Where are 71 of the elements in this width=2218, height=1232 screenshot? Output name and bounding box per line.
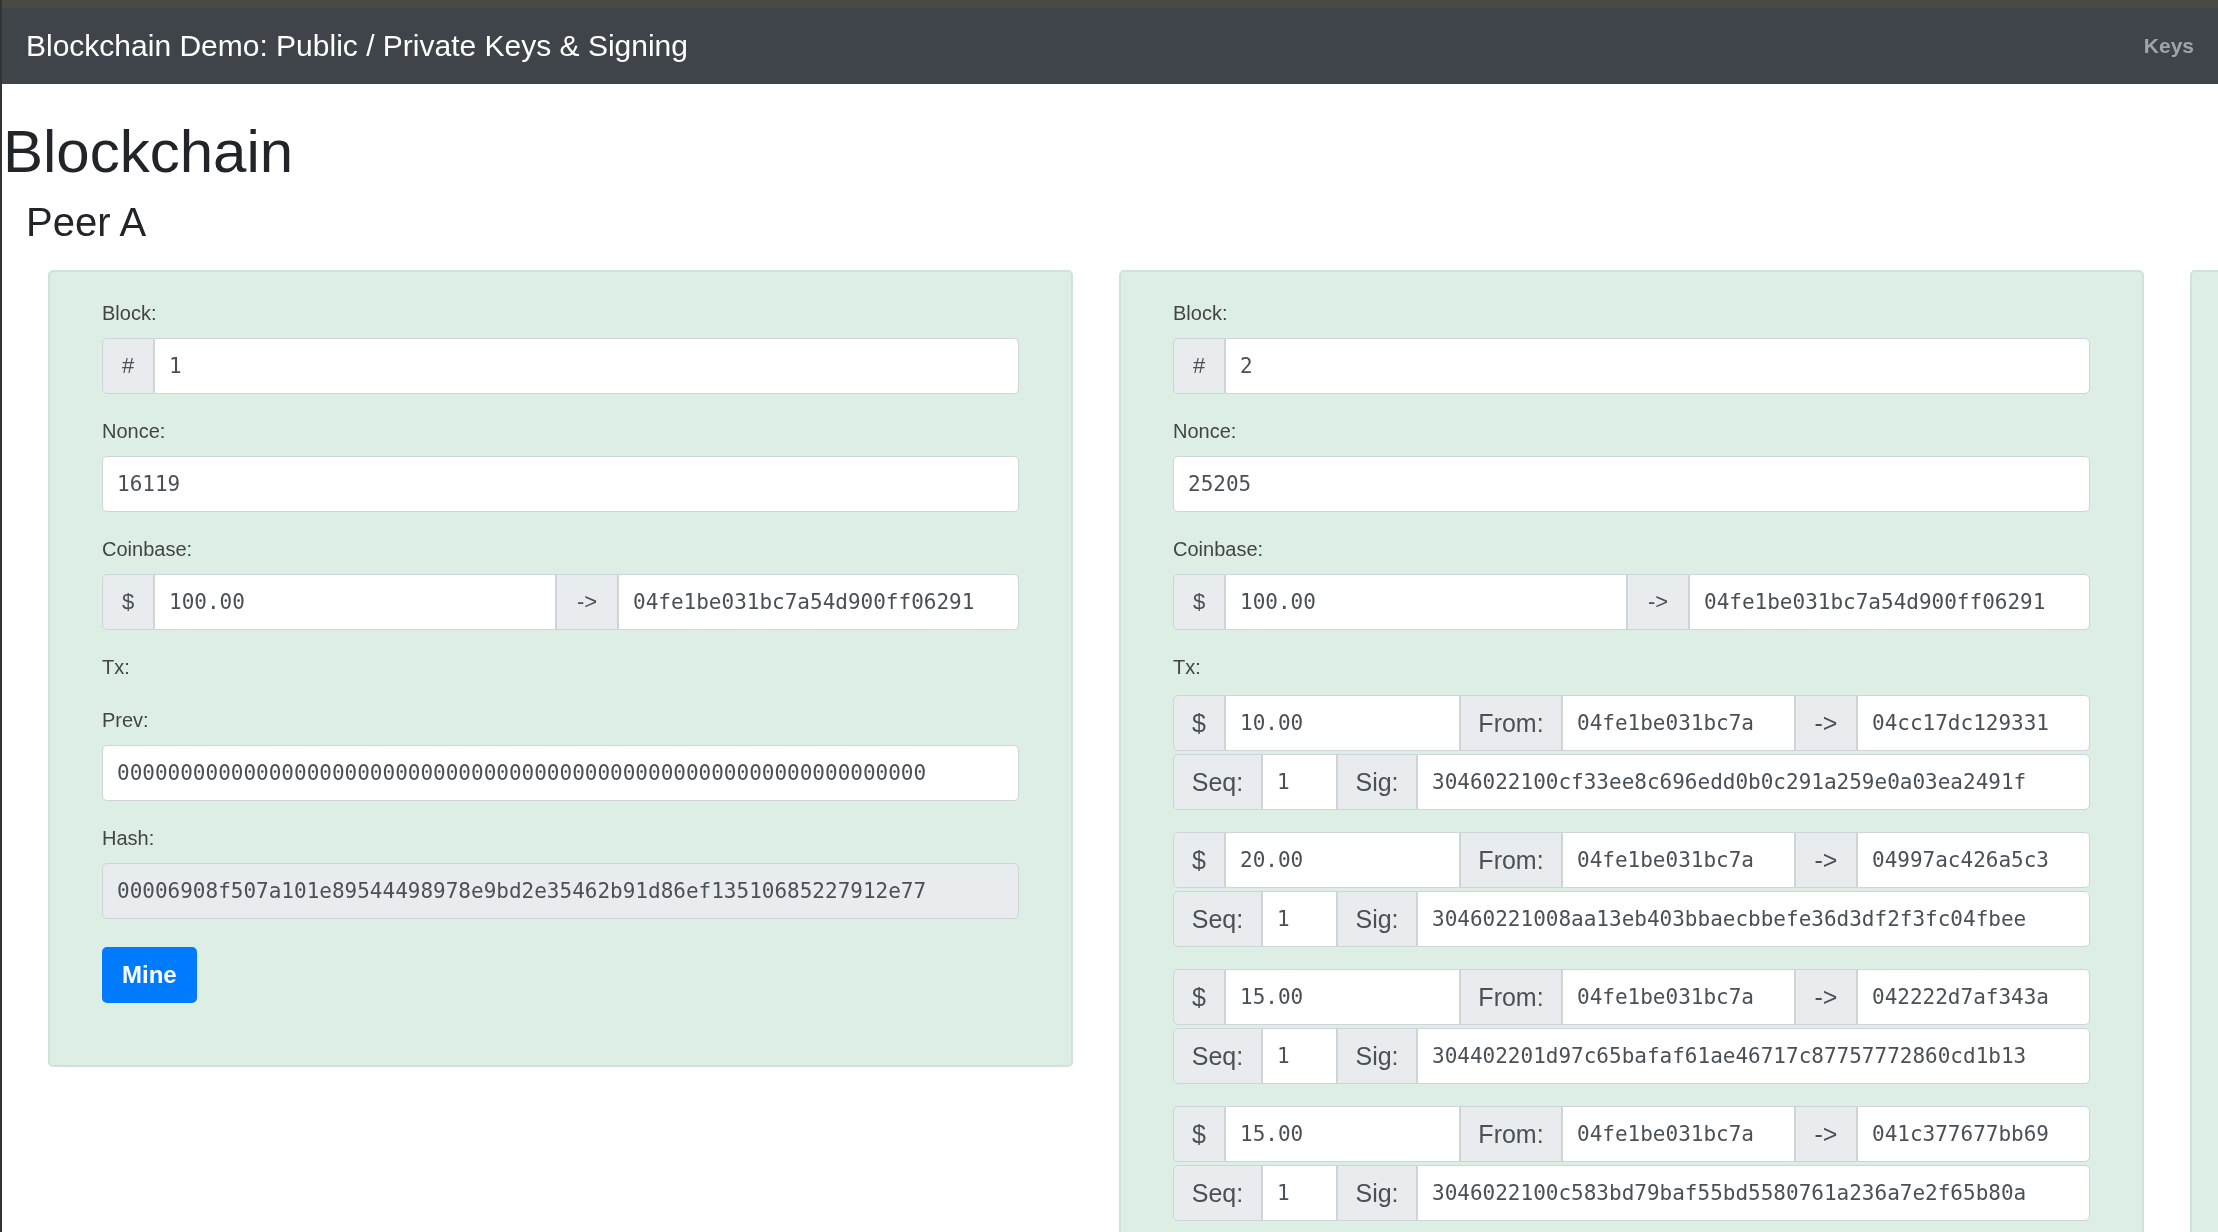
- recipient-field[interactable]: 04997ac426a5c3: [1857, 832, 2090, 888]
- field-addon: ->: [556, 574, 618, 630]
- field-label: Block:: [102, 302, 158, 325]
- recipient-field[interactable]: 04fe1be031bc7a54d900ff06291: [1689, 574, 2090, 630]
- field-addon: $: [1173, 1106, 1225, 1162]
- mine-button[interactable]: Mine: [102, 947, 197, 1003]
- recipient-field[interactable]: 04fe1be031bc7a54d900ff06291: [618, 574, 1019, 630]
- amount-field[interactable]: 20.00: [1225, 832, 1460, 888]
- previous-hash-field[interactable]: 0000000000000000000000000000000000000000000000000000000000000000: [102, 745, 1019, 801]
- page-heading: Blockchain: [3, 122, 295, 182]
- field-label: Block:: [1173, 302, 1229, 325]
- sender-field[interactable]: 04fe1be031bc7a: [1562, 969, 1795, 1025]
- signature-field[interactable]: 3046022100cf33ee8c696edd0b0c291a259e0a03ea2491f: [1417, 754, 2090, 810]
- field-addon: ->: [1795, 695, 1857, 751]
- amount-field[interactable]: 15.00: [1225, 1106, 1460, 1162]
- field-addon: From:: [1460, 832, 1562, 888]
- recipient-field[interactable]: 04cc17dc129331: [1857, 695, 2090, 751]
- field-addon: $: [1173, 832, 1225, 888]
- keys-link[interactable]: Keys: [2143, 34, 2194, 58]
- nonce-field[interactable]: 16119: [102, 456, 1019, 512]
- field-addon: ->: [1795, 1106, 1857, 1162]
- field-label: Prev:: [102, 709, 150, 732]
- sequence-field[interactable]: 1: [1262, 1028, 1337, 1084]
- field-addon: ->: [1795, 969, 1857, 1025]
- recipient-field[interactable]: 041c377677bb69: [1857, 1106, 2090, 1162]
- amount-field[interactable]: 100.00: [154, 574, 556, 630]
- sender-field[interactable]: 04fe1be031bc7a: [1562, 695, 1795, 751]
- field-label: Tx:: [1173, 656, 1202, 679]
- amount-field[interactable]: 10.00: [1225, 695, 1460, 751]
- field-addon: From:: [1460, 695, 1562, 751]
- sequence-field[interactable]: 1: [1262, 754, 1337, 810]
- nonce-field[interactable]: 25205: [1173, 456, 2090, 512]
- field-addon: Sig:: [1337, 754, 1417, 810]
- signature-field[interactable]: 30460221008aa13eb403bbaecbbefe36d3df2f3fc04fbee: [1417, 891, 2090, 947]
- field-addon: Seq:: [1173, 1165, 1262, 1221]
- field-label: Nonce:: [1173, 420, 1238, 443]
- field-addon: $: [102, 574, 154, 630]
- field-addon: $: [1173, 574, 1225, 630]
- amount-field[interactable]: 15.00: [1225, 969, 1460, 1025]
- field-addon: Seq:: [1173, 1028, 1262, 1084]
- field-label: Coinbase:: [1173, 538, 1265, 561]
- field-addon: ->: [1627, 574, 1689, 630]
- field-addon: From:: [1460, 1106, 1562, 1162]
- field-addon: Sig:: [1337, 891, 1417, 947]
- sequence-field[interactable]: 1: [1262, 891, 1337, 947]
- recipient-field[interactable]: 042222d7af343a: [1857, 969, 2090, 1025]
- field-addon: Seq:: [1173, 754, 1262, 810]
- amount-field[interactable]: 100.00: [1225, 574, 1627, 630]
- field-addon: $: [1173, 969, 1225, 1025]
- navbar-title[interactable]: Blockchain Demo: Public / Private Keys & Signing: [26, 29, 688, 63]
- hash-field: 00006908f507a101e89544498978e9bd2e35462b91d86ef13510685227912e77: [102, 863, 1019, 919]
- block-number-field[interactable]: 1: [154, 338, 1019, 394]
- sender-field[interactable]: 04fe1be031bc7a: [1562, 1106, 1795, 1162]
- field-label: Hash:: [102, 827, 156, 850]
- peer-heading: Peer A: [26, 202, 148, 242]
- sequence-field[interactable]: 1: [1262, 1165, 1337, 1221]
- sender-field[interactable]: 04fe1be031bc7a: [1562, 832, 1795, 888]
- field-addon: Sig:: [1337, 1028, 1417, 1084]
- signature-field[interactable]: 304402201d97c65bafaf61ae46717c87757772860cd1b13: [1417, 1028, 2090, 1084]
- field-addon: Sig:: [1337, 1165, 1417, 1221]
- field-addon: ->: [1795, 832, 1857, 888]
- signature-field[interactable]: 3046022100c583bd79baf55bd5580761a236a7e2f65b80a: [1417, 1165, 2090, 1221]
- field-addon: $: [1173, 695, 1225, 751]
- block-number-field[interactable]: 2: [1225, 338, 2090, 394]
- field-addon: #: [102, 338, 154, 394]
- field-addon: Seq:: [1173, 891, 1262, 947]
- field-addon: From:: [1460, 969, 1562, 1025]
- field-label: Nonce:: [102, 420, 167, 443]
- field-label: Coinbase:: [102, 538, 194, 561]
- field-addon: #: [1173, 338, 1225, 394]
- field-label: Tx:: [102, 656, 131, 679]
